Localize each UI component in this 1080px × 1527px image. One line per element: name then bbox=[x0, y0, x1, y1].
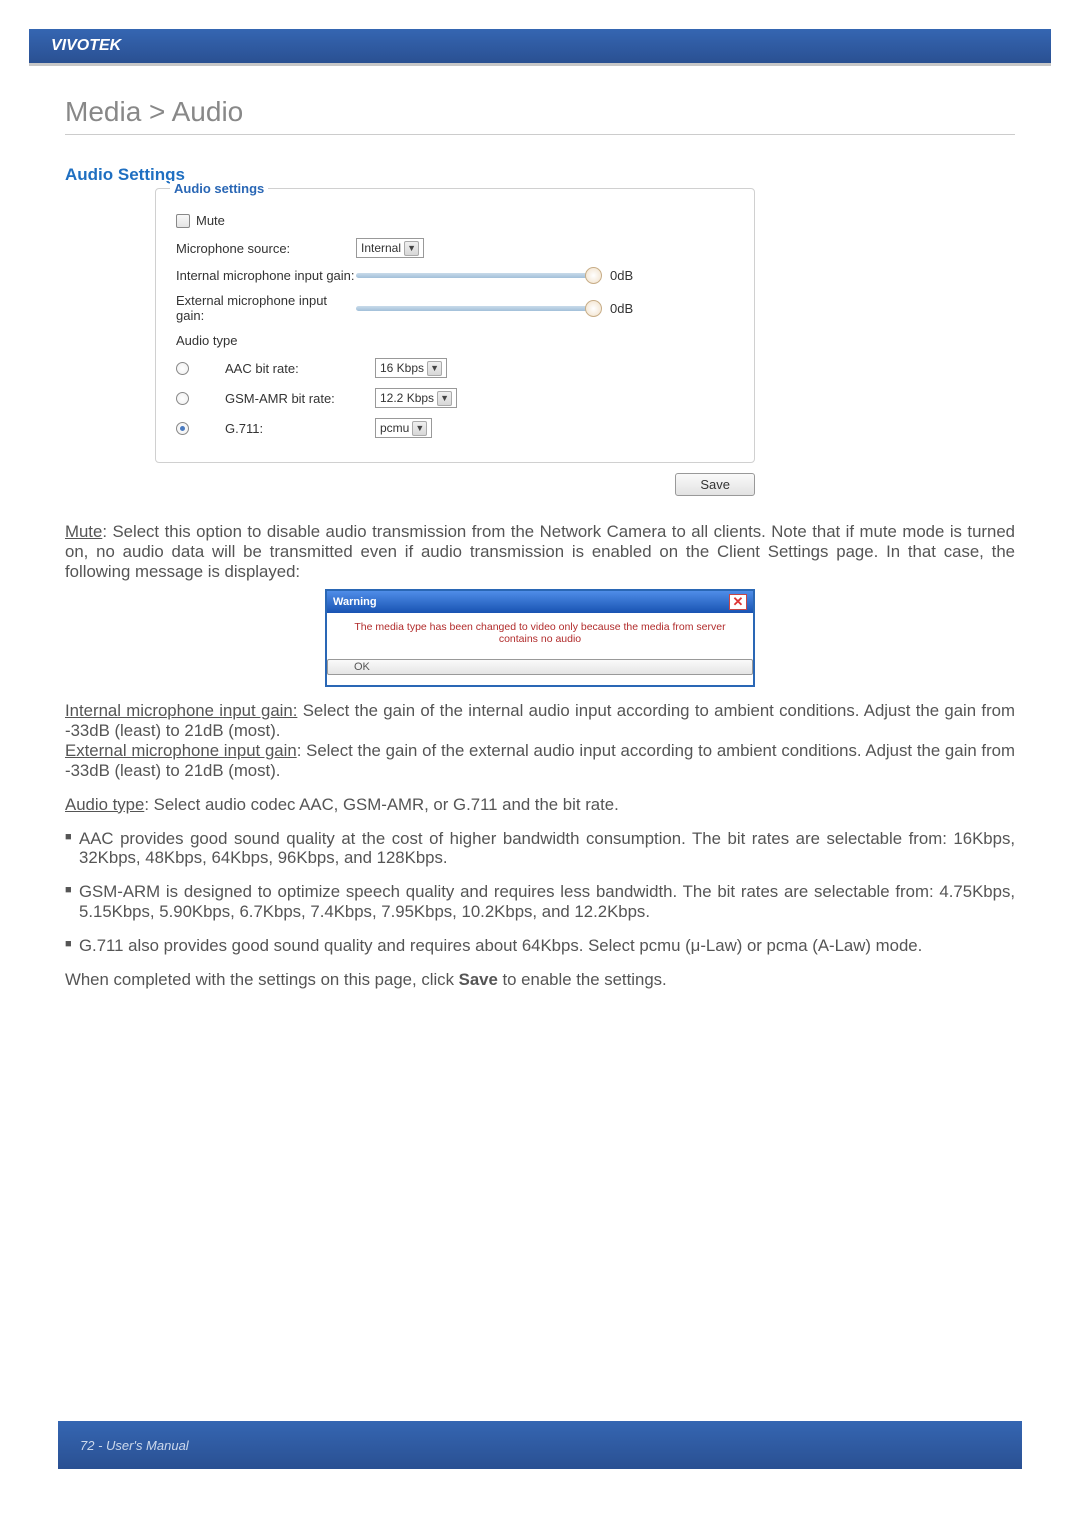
panel-legend: Audio settings bbox=[170, 181, 268, 196]
gsm-row: GSM-AMR bit rate: 12.2 Kbps ▼ bbox=[176, 388, 734, 408]
int-gain-slider[interactable] bbox=[356, 273, 596, 278]
int-gain-label: Internal microphone input gain: bbox=[176, 268, 356, 283]
codec-list: AAC provides good sound quality at the c… bbox=[65, 829, 1015, 956]
gsm-radio[interactable] bbox=[176, 392, 189, 405]
mic-source-label: Microphone source: bbox=[176, 241, 356, 256]
save-row: Save bbox=[155, 473, 755, 496]
slider-thumb[interactable] bbox=[585, 267, 602, 284]
int-gain-desc-label: Internal microphone input gain: bbox=[65, 701, 297, 720]
warning-body: The media type has been changed to video… bbox=[327, 613, 753, 653]
mute-row: Mute bbox=[176, 213, 734, 228]
gsm-label: GSM-AMR bit rate: bbox=[225, 391, 375, 406]
ext-gain-label: External microphone input gain: bbox=[176, 293, 356, 323]
page-footer: 72 - User's Manual bbox=[58, 1421, 1022, 1469]
aac-bullet: AAC provides good sound quality at the c… bbox=[65, 829, 1015, 869]
aac-select[interactable]: 16 Kbps ▼ bbox=[375, 358, 447, 378]
closing-text: When completed with the settings on this… bbox=[65, 970, 1015, 990]
aac-value: 16 Kbps bbox=[380, 361, 424, 375]
int-gain-value: 0dB bbox=[610, 268, 633, 283]
audio-type-desc-text: : Select audio codec AAC, GSM-AMR, or G.… bbox=[144, 795, 618, 814]
chevron-down-icon: ▼ bbox=[412, 421, 427, 436]
aac-row: AAC bit rate: 16 Kbps ▼ bbox=[176, 358, 734, 378]
warning-dialog: Warning ✕ The media type has been change… bbox=[325, 589, 755, 687]
audio-settings-panel: Audio settings Mute Microphone source: I… bbox=[155, 188, 755, 463]
int-gain-row: Internal microphone input gain: 0dB bbox=[176, 268, 734, 283]
slider-thumb[interactable] bbox=[585, 300, 602, 317]
ext-gain-value: 0dB bbox=[610, 301, 633, 316]
chevron-down-icon: ▼ bbox=[404, 241, 419, 256]
gsm-value: 12.2 Kbps bbox=[380, 391, 434, 405]
g711-select[interactable]: pcmu ▼ bbox=[375, 418, 432, 438]
chevron-down-icon: ▼ bbox=[437, 391, 452, 406]
mic-source-select[interactable]: Internal ▼ bbox=[356, 238, 424, 258]
gsm-select[interactable]: 12.2 Kbps ▼ bbox=[375, 388, 457, 408]
gsm-bullet: GSM-ARM is designed to optimize speech q… bbox=[65, 882, 1015, 922]
g711-row: G.711: pcmu ▼ bbox=[176, 418, 734, 438]
audio-type-description: Audio type: Select audio codec AAC, GSM-… bbox=[65, 795, 1015, 815]
mute-desc-label: Mute bbox=[65, 522, 102, 541]
g711-label: G.711: bbox=[225, 421, 375, 436]
int-gain-description: Internal microphone input gain: Select t… bbox=[65, 701, 1015, 741]
ok-button[interactable]: OK bbox=[327, 659, 753, 675]
aac-label: AAC bit rate: bbox=[225, 361, 375, 376]
ext-gain-desc-label: External microphone input gain bbox=[65, 741, 297, 760]
audio-type-label: Audio type bbox=[176, 333, 356, 348]
mute-description: Mute: Select this option to disable audi… bbox=[65, 522, 1015, 581]
closing-post: to enable the settings. bbox=[498, 970, 667, 989]
mic-source-row: Microphone source: Internal ▼ bbox=[176, 238, 734, 258]
audio-type-desc-label: Audio type bbox=[65, 795, 144, 814]
g711-value: pcmu bbox=[380, 421, 409, 435]
page-title: Media > Audio bbox=[65, 96, 1015, 135]
audio-type-row: Audio type bbox=[176, 333, 734, 348]
close-icon[interactable]: ✕ bbox=[729, 594, 747, 610]
ext-gain-description: External microphone input gain: Select t… bbox=[65, 741, 1015, 781]
closing-pre: When completed with the settings on this… bbox=[65, 970, 459, 989]
aac-radio[interactable] bbox=[176, 362, 189, 375]
chevron-down-icon: ▼ bbox=[427, 361, 442, 376]
save-button[interactable]: Save bbox=[675, 473, 755, 496]
mic-source-value: Internal bbox=[361, 241, 401, 255]
mute-label: Mute bbox=[196, 213, 225, 228]
brand-header: VIVOTEK bbox=[29, 29, 1051, 63]
ext-gain-row: External microphone input gain: 0dB bbox=[176, 293, 734, 323]
mute-desc-text: : Select this option to disable audio tr… bbox=[65, 522, 1015, 581]
ext-gain-slider[interactable] bbox=[356, 306, 596, 311]
g711-radio[interactable] bbox=[176, 422, 189, 435]
g711-bullet: G.711 also provides good sound quality a… bbox=[65, 936, 1015, 956]
mute-checkbox[interactable] bbox=[176, 214, 190, 228]
closing-bold: Save bbox=[459, 970, 498, 989]
warning-title: Warning bbox=[333, 596, 377, 608]
